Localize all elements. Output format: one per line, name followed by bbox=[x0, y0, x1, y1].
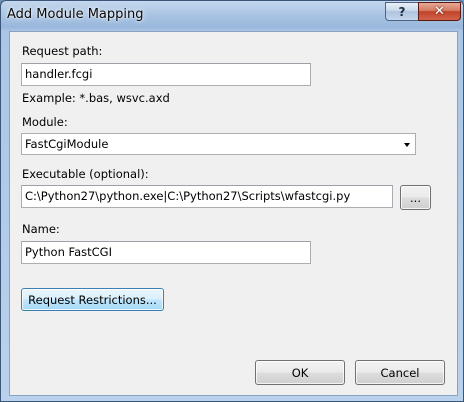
title-bar[interactable]: Add Module Mapping ? ✕ bbox=[1, 1, 463, 31]
browse-button[interactable]: ... bbox=[400, 185, 431, 210]
request-restrictions-button[interactable]: Request Restrictions... bbox=[21, 288, 164, 311]
ok-button[interactable]: OK bbox=[255, 360, 345, 385]
dialog-title: Add Module Mapping bbox=[7, 7, 144, 22]
executable-input[interactable]: C:\Python27\python.exe|C:\Python27\Scrip… bbox=[21, 185, 393, 208]
help-button[interactable]: ? bbox=[385, 2, 419, 21]
close-button[interactable]: ✕ bbox=[418, 2, 461, 21]
name-label: Name: bbox=[22, 222, 60, 236]
executable-label: Executable (optional): bbox=[22, 167, 149, 181]
request-path-example: Example: *.bas, wsvc.axd bbox=[22, 91, 170, 105]
chevron-down-icon bbox=[404, 143, 410, 147]
request-path-label: Request path: bbox=[22, 44, 103, 58]
module-selected-value: FastCgiModule bbox=[25, 137, 109, 151]
cancel-button[interactable]: Cancel bbox=[355, 360, 445, 385]
dialog-body: Request path: handler.fcgi Example: *.ba… bbox=[9, 31, 458, 396]
request-path-input[interactable]: handler.fcgi bbox=[21, 63, 311, 86]
add-module-mapping-dialog: Add Module Mapping ? ✕ Request path: han… bbox=[0, 0, 464, 402]
module-label: Module: bbox=[22, 115, 68, 129]
close-icon: ✕ bbox=[434, 4, 445, 19]
module-select[interactable]: FastCgiModule bbox=[21, 133, 416, 155]
name-input[interactable]: Python FastCGI bbox=[21, 241, 311, 264]
help-icon: ? bbox=[398, 4, 406, 19]
